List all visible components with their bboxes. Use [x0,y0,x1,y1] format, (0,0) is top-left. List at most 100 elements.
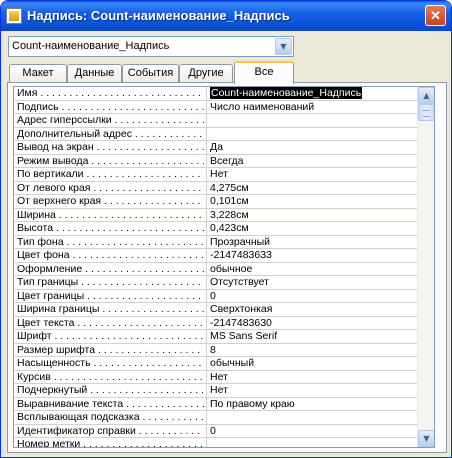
property-row[interactable]: Идентификатор справки 0 [14,424,419,438]
property-value-field[interactable]: 0 [210,290,418,303]
property-value: Нет [210,168,228,180]
property-row[interactable]: Адрес гиперссылки [14,114,419,128]
property-value-field[interactable] [210,128,418,141]
property-label: По вертикали [17,168,204,181]
property-value-field[interactable]: -2147483630 [210,317,418,330]
property-grid: Имя Count-наименование_Надпись Подпись Числ… [13,86,435,448]
property-value-field[interactable] [210,411,418,424]
column-divider [206,411,207,424]
chevron-down-icon[interactable]: ▼ [275,38,292,55]
property-row[interactable]: Тип фона Прозрачный [14,235,419,249]
column-divider [206,195,207,208]
property-row[interactable]: Курсив Нет [14,370,419,384]
property-row[interactable]: Ширина 3,228см [14,208,419,222]
property-label: Тип границы [17,276,204,289]
property-value-field[interactable] [210,438,418,447]
tab-layout[interactable]: Макет [9,64,67,83]
property-value-field[interactable]: обычное [210,263,418,276]
property-value-field[interactable]: Да [210,141,418,154]
property-label: Номер метки [17,438,204,447]
property-value-field[interactable]: 0,423см [210,222,418,235]
tab-events[interactable]: События [122,64,179,83]
property-label: Цвет границы [17,290,204,303]
tab-all[interactable]: Все [234,61,294,84]
property-value-field[interactable]: Нет [210,371,418,384]
object-selector-value: Count-наименование_Надпись [12,40,170,52]
column-divider [206,438,207,447]
property-value-field[interactable]: По правому краю [210,398,418,411]
property-value-field[interactable]: Нет [210,384,418,397]
close-button[interactable]: ✕ [425,5,446,26]
column-divider [206,235,207,249]
object-selector-combo[interactable]: Count-наименование_Надпись ▼ [8,36,294,57]
property-row[interactable]: Вывод на экран Да [14,141,419,155]
property-row[interactable]: Цвет границы 0 [14,289,419,303]
property-row[interactable]: Тип границы Отсутствует [14,276,419,290]
property-row[interactable]: Высота 0,423см [14,222,419,236]
property-value-field[interactable]: 4,275см [210,182,418,195]
property-row[interactable]: Номер метки [14,438,419,447]
property-value-field[interactable]: 3,228см [210,209,418,222]
property-row[interactable]: Всплывающая подсказка [14,411,419,425]
property-label: Подпись [17,101,204,114]
vertical-scrollbar[interactable]: ▲ ▼ [417,87,434,447]
property-value-field[interactable]: Прозрачный [210,236,418,249]
property-value-field[interactable]: 8 [210,344,418,357]
property-value-field[interactable]: обычный [210,357,418,370]
column-divider [206,181,207,195]
column-divider [206,208,207,222]
column-divider [206,357,207,370]
property-label: Ширина [17,209,204,222]
property-label: Дополнительный адрес [17,128,204,141]
property-row[interactable]: Шрифт MS Sans Serif [14,330,419,344]
property-row[interactable]: Оформление обычное [14,262,419,276]
property-value-field[interactable]: Число наименований [210,101,418,114]
property-row[interactable]: Подпись Число наименований [14,100,419,114]
property-value: обычный [210,357,255,369]
property-value-field[interactable]: Всегда [210,155,418,168]
property-row[interactable]: Выравнивание текста По правому краю [14,397,419,411]
chevron-down-icon[interactable]: ▼ [418,430,434,447]
property-row[interactable]: Цвет фона -2147483633 [14,249,419,263]
property-label: Оформление [17,263,204,276]
property-row[interactable]: Имя Count-наименование_Надпись [14,87,419,101]
property-value-field[interactable]: Сверхтонкая [210,303,418,316]
property-row[interactable]: Подчеркнутый Нет [14,384,419,398]
tab-other[interactable]: Другие [179,64,233,83]
property-value: -2147483630 [210,316,272,329]
column-divider [206,316,207,330]
property-value: Count-наименование_Надпись [210,87,363,99]
property-row[interactable]: Цвет текста -2147483630 [14,316,419,330]
scrollbar-thumb[interactable] [418,104,434,121]
property-row[interactable]: Размер шрифта 8 [14,343,419,357]
property-row[interactable]: По вертикали Нет [14,168,419,182]
property-value-field[interactable]: 0,101см [210,195,418,208]
property-row[interactable]: Режим вывода Всегда [14,154,419,168]
property-value: Число наименований [210,100,315,113]
column-divider [206,289,207,303]
property-value-field[interactable]: MS Sans Serif [210,330,418,343]
property-value-field[interactable]: -2147483633 [210,249,418,262]
property-label: Подчеркнутый [17,384,204,397]
chevron-up-icon[interactable]: ▲ [418,87,434,104]
property-value: Всегда [210,154,244,167]
column-divider [206,370,207,384]
property-value: Да [210,141,223,153]
property-row[interactable]: Ширина границы Сверхтонкая [14,303,419,317]
property-label: Адрес гиперссылки [17,114,204,127]
property-value-field[interactable]: Count-наименование_Надпись [210,87,418,100]
title-bar[interactable]: Надпись: Count-наименование_Надпись ✕ [1,1,451,31]
property-value-field[interactable]: Отсутствует [210,276,418,289]
property-row[interactable]: От верхнего края 0,101см [14,195,419,209]
column-divider [206,330,207,343]
property-label: Имя [17,87,204,100]
property-row[interactable]: Дополнительный адрес [14,127,419,141]
tab-data[interactable]: Данные [67,64,122,83]
property-row[interactable]: От левого края 4,275см [14,181,419,195]
property-value-field[interactable]: 0 [210,425,418,438]
property-row[interactable]: Насыщенность обычный [14,357,419,371]
property-label: Высота [17,222,204,235]
property-value-field[interactable] [210,114,418,127]
column-divider [206,127,207,141]
property-value-field[interactable]: Нет [210,168,418,181]
